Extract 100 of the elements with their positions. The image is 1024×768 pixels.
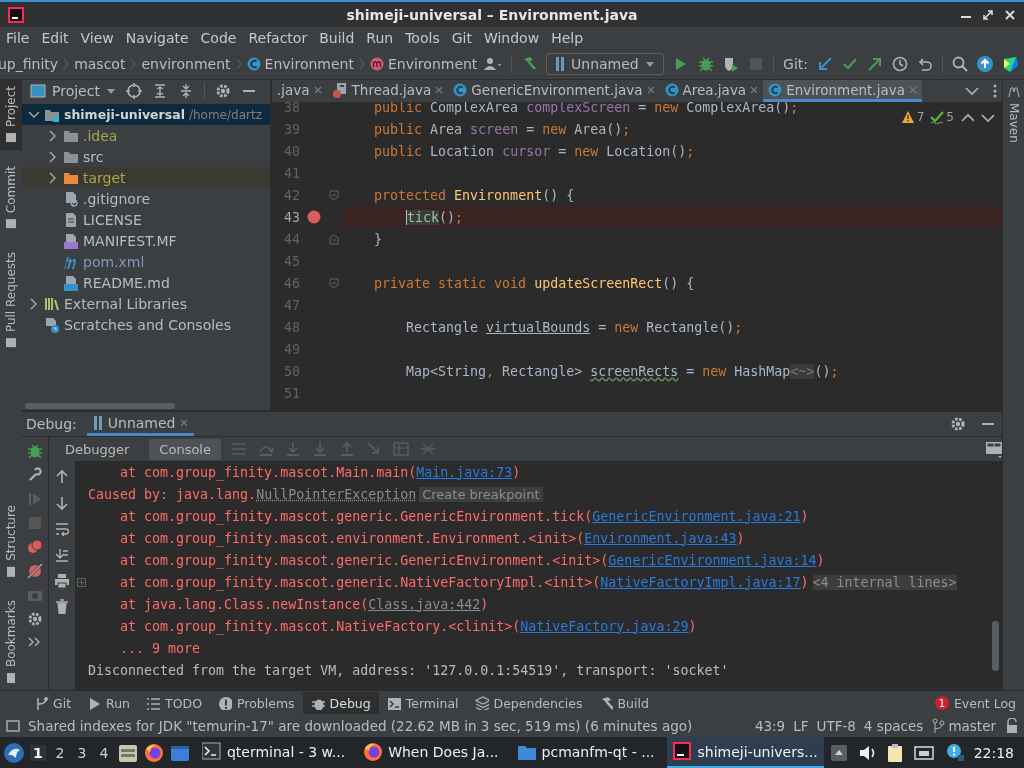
panel-tab[interactable]: Debugger [55,438,140,460]
side-tab[interactable]: Bookmarks [0,593,22,690]
line-number: 38 [283,102,300,115]
run-config-dropdown[interactable]: Unnamed [546,53,665,75]
desktop-switcher[interactable]: 2 [52,744,68,761]
editor-tab[interactable]: .java [272,80,327,102]
side-tab[interactable]: Commit [0,160,22,237]
console-link[interactable]: GenericEnvironment.java:14 [608,552,817,568]
editor-tab[interactable]: Area.java [659,80,764,102]
tree-item[interactable]: .gitignore [22,188,270,209]
window-title: shimeji-universal – Environment.java [345,6,639,23]
status-item[interactable]: LF [793,718,809,734]
menu-item[interactable]: Refactor [242,30,314,46]
editor-tab[interactable]: GenericEnvironment.java [448,80,660,102]
line-number: 48 [283,319,300,335]
menu-item[interactable]: Edit [35,30,75,46]
tree-item[interactable]: pom.xml [22,251,270,272]
tool-window-button[interactable]: Problems [210,692,303,714]
taskbar-task[interactable]: qterminal - 3 w... [195,737,352,768]
desktop-switcher[interactable]: 4 [95,744,112,761]
menu-item[interactable]: Tools [399,30,446,46]
console-line: Disconnected from the target VM, address: '127.0.0.1:54519', transport: 'socket' [88,662,729,678]
project-view-dropdown[interactable]: Project [30,83,116,99]
taskbar-task[interactable]: shimeji-univers... [666,737,824,768]
taskbar-task[interactable]: When Does Ja... [357,737,505,768]
console-link[interactable]: Environment.java:43 [584,530,737,546]
menu-item[interactable]: Navigate [119,30,195,46]
create-breakpoint-link[interactable]: Create breakpoint [419,486,543,502]
tree-item[interactable]: README.md [22,272,270,293]
event-log-button[interactable]: Event Log [953,695,1016,711]
line-number: 42 [283,187,300,203]
side-tab[interactable]: Project [0,80,22,151]
desktop-switcher[interactable]: 1 [30,744,46,761]
tool-window-button[interactable]: Build [590,692,657,714]
line-number: 41 [283,165,300,181]
tool-window-button[interactable]: Terminal [378,692,467,714]
weak-warning-count[interactable]: 5 [946,110,954,124]
console-link[interactable]: NativeFactory.java:29 [520,618,689,634]
console-line: at com.group_finity.mascot.NativeFactory.<clinit>(NativeFactory.java:29) [119,618,697,634]
status-item[interactable]: UTF-8 [816,718,856,734]
breadcrumb[interactable]: Environment [264,56,354,72]
tool-window-button[interactable]: Debug [302,692,379,714]
breadcrumb[interactable]: environment [141,56,231,72]
warning-count[interactable]: 7 [916,110,925,124]
branch-widget[interactable]: master [931,718,996,734]
menu-item[interactable]: View [74,30,120,46]
console-line: Caused by: java.lang.NullPointerException [88,486,417,502]
menu-item[interactable]: Run [360,30,400,46]
code-line: public Location cursor = new Location(); [374,143,695,159]
side-tab[interactable]: Pull Requests [0,246,22,356]
breadcrumb[interactable]: up_finity [0,56,59,72]
menu-item[interactable]: Help [545,30,590,46]
panel-tab[interactable]: Console [149,438,221,460]
tree-item[interactable]: External Libraries [22,293,270,314]
tree-item[interactable]: LICENSE [22,209,270,230]
line-number: 43 [283,209,300,225]
tree-item[interactable]: target [22,167,270,188]
editor-tab[interactable]: Environment.java [763,80,922,102]
panel-title: Debug: [26,416,77,432]
tool-window-button[interactable]: TODO [138,692,210,714]
code-line: Rectangle virtualBounds = new Rectangle(); [406,319,743,335]
line-number: 51 [283,385,300,401]
tree-item[interactable]: .idea [22,125,270,146]
breadcrumb[interactable]: Environment [387,56,478,72]
side-tab[interactable]: Maven [1002,80,1024,149]
console-link[interactable]: Class.java:442 [368,596,481,612]
menu-item[interactable]: Code [194,30,243,46]
folded-lines[interactable]: <4 internal lines> [812,574,957,590]
menu-item[interactable]: File [0,30,36,46]
tree-item[interactable]: shimeji-universal /home/dartz [22,104,270,125]
menu-item[interactable]: Build [313,30,361,46]
line-number: 47 [283,297,300,313]
desktop-switcher[interactable]: 3 [73,744,90,761]
console-link[interactable]: NativeFactoryImpl.java:17 [600,574,801,590]
line-number: 49 [283,341,300,357]
notification-badge: 1 [934,696,949,710]
tree-item[interactable]: MANIFEST.MF [22,230,270,251]
line-number: 39 [283,121,300,137]
console-link[interactable]: GenericEnvironment.java:21 [592,508,801,524]
tool-window-button[interactable]: Dependencies [466,692,591,714]
tree-item[interactable]: Scratches and Consoles [22,314,270,335]
menu-item[interactable]: Window [477,30,546,46]
tree-item[interactable]: src [22,146,270,167]
code-line: private static void updateScreenRect() { [374,275,695,291]
console-link[interactable]: Main.java:73 [416,464,513,480]
session-tab[interactable]: Unnamed [86,412,195,436]
status-item[interactable]: 43:9 [754,718,786,734]
side-tab[interactable]: Structure [0,499,22,584]
taskbar-task[interactable]: pcmanfm-qt - ... [510,737,661,768]
console-line: at com.group_finity.mascot.environment.Environment.<init>(Environment.java:43) [119,530,745,546]
console-line: ... 9 more [119,640,201,656]
console-link[interactable]: NullPointerException [256,486,417,502]
code-line: protected Environment() { [374,187,575,203]
status-item[interactable]: 4 spaces [863,718,924,734]
menu-item[interactable]: Git [445,30,478,46]
tool-window-button[interactable]: Run [79,692,139,714]
code-line: Map<String, Rectangle> screenRects = new HashMap<~>(); [406,363,839,379]
tool-window-button[interactable]: Git [26,692,80,714]
editor-tab[interactable]: Thread.java [326,80,449,102]
breadcrumb[interactable]: mascot [74,56,126,72]
